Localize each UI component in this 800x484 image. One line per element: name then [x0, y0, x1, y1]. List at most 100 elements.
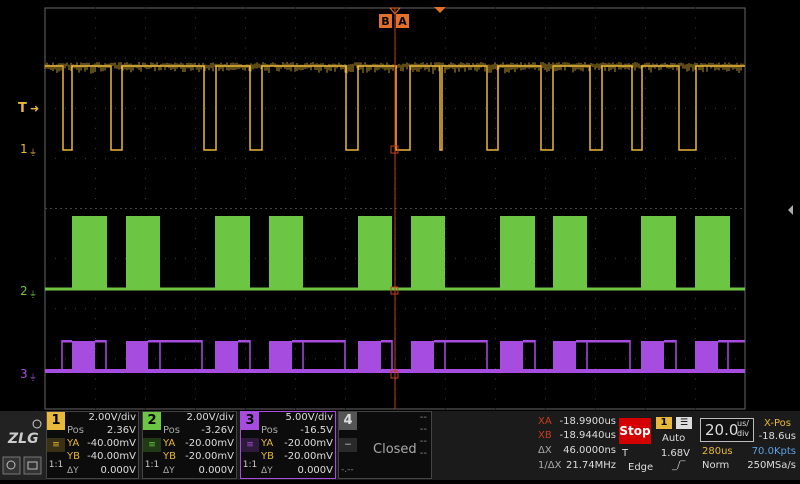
ch1-trace-label[interactable]: 1: [20, 142, 28, 156]
memory-depth: 70.0Kpts: [752, 446, 796, 458]
ch3-burst: [695, 341, 718, 371]
ch4-coupling-icon[interactable]: −: [339, 438, 357, 452]
rising-edge-icon: _/‾: [672, 460, 685, 472]
ch1-number: 1: [47, 412, 65, 430]
ch3-pos-label: Pos: [261, 425, 278, 437]
ch3-high-level: [576, 340, 587, 343]
ch2-panel[interactable]: 2 2.00V/div Pos -3.26V ≡ YA -20.00mV YB …: [142, 411, 237, 479]
ch3-burst: [215, 341, 238, 371]
ch4-pos: --: [420, 424, 427, 436]
ch2-ya: -20.00mV: [185, 438, 234, 450]
ch3-burst: [358, 341, 381, 371]
ch3-high-level: [434, 340, 445, 343]
ch1-ya: -40.00mV: [87, 438, 136, 450]
ch3-high-level: [148, 340, 160, 343]
ch3-high-level: [62, 340, 72, 343]
ch3-high-level: [292, 340, 303, 343]
ch3-burst: [72, 341, 95, 371]
ch2-pos-label: Pos: [163, 425, 180, 437]
time-window: 280us: [702, 446, 733, 458]
ch3-burst: [641, 341, 664, 371]
ch3-dy: 0.000V: [298, 465, 333, 477]
ch3-burst: [269, 341, 292, 371]
sample-rate: 250MSa/s: [747, 460, 796, 472]
ch1-pos: 2.36V: [107, 425, 136, 437]
ch3-ya: -20.00mV: [284, 438, 333, 450]
inv-dx-value: 21.74MHz: [566, 460, 616, 472]
ch2-burst: [695, 216, 730, 289]
brand-logo-icon: ZLG: [7, 431, 39, 447]
timebase-panel[interactable]: 20.0 us/ div X-Pos -18.6us 280us 70.0Kpt…: [698, 414, 800, 478]
ch3-burst: [126, 341, 148, 371]
ch4-panel[interactable]: 4 -- -- -- -- − Closed -.--: [338, 411, 432, 479]
ch4-dash: -.--: [341, 464, 354, 476]
ch4-status: Closed: [373, 444, 417, 456]
xa-label: XA: [538, 416, 552, 428]
ch3-trace-label[interactable]: 3: [20, 367, 28, 381]
ch3-high-level: [303, 340, 345, 343]
ch1-panel[interactable]: 1 2.00V/div Pos 2.36V ≡ YA -40.00mV YB -…: [46, 411, 139, 479]
ch3-scale: 5.00V/div: [285, 412, 333, 424]
ch3-pos: -16.5V: [300, 425, 333, 437]
ch3-burst: [500, 341, 523, 371]
ch2-trace-label[interactable]: 2: [20, 284, 28, 298]
ch2-burst: [553, 216, 587, 289]
screenshot-icon[interactable]: [24, 457, 41, 474]
ch2-burst: [126, 216, 160, 289]
ch4-yb: --: [420, 448, 427, 460]
ch1-scale: 2.00V/div: [88, 412, 136, 424]
zoom-icon[interactable]: [3, 457, 20, 474]
ch2-burst: [72, 216, 107, 289]
trigger-menu-icon[interactable]: ☰: [676, 417, 692, 429]
xb-value: -18.9440us: [559, 430, 616, 442]
ch2-coupling-icon[interactable]: ≡: [143, 438, 161, 452]
ch3-yb-label: YB: [261, 451, 274, 463]
ch1-probe-ratio[interactable]: 1:1: [47, 458, 65, 472]
ch3-probe-ratio[interactable]: 1:1: [241, 458, 259, 472]
ch1-pos-label: Pos: [67, 425, 84, 437]
run-stop-button[interactable]: Stop: [619, 418, 651, 444]
ch3-ya-label: YA: [261, 438, 273, 450]
xb-label: XB: [538, 430, 552, 442]
ch3-yb: -20.00mV: [284, 451, 333, 463]
ch3-burst: [553, 341, 576, 371]
timebase-scale-box[interactable]: 20.0 us/ div: [700, 418, 754, 442]
timebase-value: 20.0: [705, 422, 738, 438]
trigger-pointer-icon[interactable]: [434, 7, 446, 13]
ch2-dy: 0.000V: [199, 465, 234, 477]
trigger-level: 1.68V: [661, 448, 690, 460]
ch3-high-level: [160, 340, 202, 343]
ch1-dy: 0.000V: [101, 465, 136, 477]
ch4-scale: --: [420, 412, 427, 424]
ch2-yb-label: YB: [163, 451, 176, 463]
ch3-high-level: [381, 340, 392, 343]
ch3-high-level: [587, 340, 630, 343]
ch3-dy-label: ΔY: [261, 465, 273, 477]
trigger-panel[interactable]: 1 ☰ Auto T 1.68V Edge _/‾: [654, 414, 696, 478]
ch3-high-level: [728, 340, 745, 343]
waveform-display[interactable]: B A T ➜ 1 ⏚ 2 ⏚ 3 ⏚: [0, 0, 800, 411]
ch3-high-level: [238, 340, 250, 343]
brand-logo: ZLG: [0, 411, 46, 480]
ch4-number: 4: [339, 412, 357, 430]
ch3-high-level: [523, 340, 535, 343]
ch1-yb-label: YB: [67, 451, 80, 463]
ch4-ya: --: [420, 436, 427, 448]
cursor-measurements[interactable]: XA -18.9900us XB -18.9440us ΔX 46.0000ns…: [536, 414, 616, 478]
ch1-yb: -40.00mV: [87, 451, 136, 463]
ch2-ground-icon: ⏚: [29, 290, 37, 299]
ch2-burst: [500, 216, 535, 289]
ch2-burst: [269, 216, 303, 289]
ch3-panel[interactable]: 3 5.00V/div Pos -16.5V ≡ YA -20.00mV YB …: [240, 411, 336, 479]
acquisition-mode: Norm: [702, 460, 729, 472]
ch2-probe-ratio[interactable]: 1:1: [143, 458, 161, 472]
ch2-burst: [215, 216, 250, 289]
oscilloscope-screen: B A T ➜ 1 ⏚ 2 ⏚ 3 ⏚ ZLG 1 2.00V/div Pos …: [0, 0, 800, 480]
ch1-dy-label: ΔY: [67, 465, 79, 477]
ch3-ground-icon: ⏚: [29, 373, 37, 382]
ch3-coupling-icon[interactable]: ≡: [241, 438, 259, 452]
side-menu-arrow-icon[interactable]: [788, 205, 793, 215]
ch1-coupling-icon[interactable]: ≡: [47, 438, 65, 452]
trigger-level-marker[interactable]: T: [18, 101, 27, 116]
ch2-burst: [358, 216, 392, 289]
